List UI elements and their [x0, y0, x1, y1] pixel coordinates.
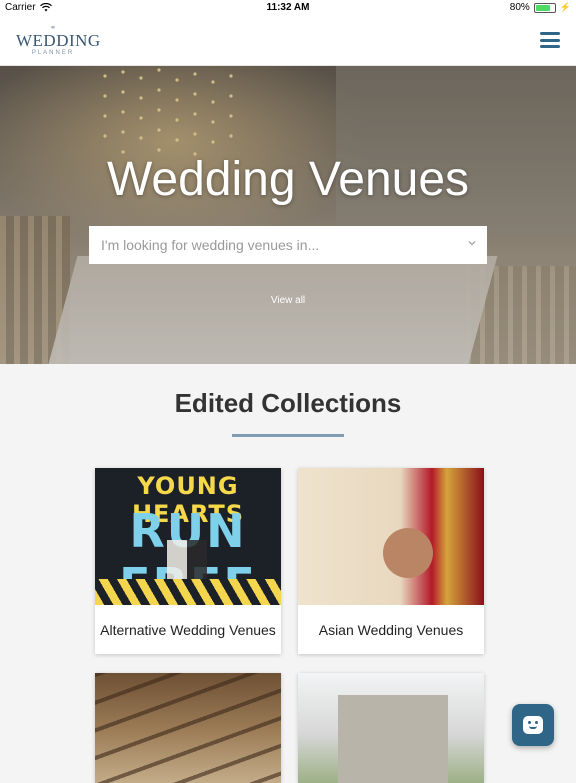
status-right: 80% ⚡: [510, 2, 571, 13]
collection-card[interactable]: [298, 673, 484, 783]
page-title: Wedding Venues: [106, 153, 470, 206]
view-all-link[interactable]: View all: [0, 295, 576, 306]
collection-image: [95, 673, 281, 783]
logo-sub-text: PLANNER: [31, 50, 75, 56]
hamburger-line: [540, 32, 560, 35]
section-title: Edited Collections: [174, 388, 402, 418]
logo-main-text: WEDDING: [16, 31, 101, 50]
hamburger-line: [540, 38, 560, 42]
castle-figure: [338, 695, 448, 783]
chat-face: [523, 716, 543, 734]
collection-card-asian[interactable]: Asian Wedding Venues: [298, 468, 484, 654]
status-bar: Carrier 11:32 AM 80% ⚡: [0, 0, 576, 16]
status-time: 11:32 AM: [266, 2, 310, 13]
logo[interactable]: ⚭ WEDDING PLANNER: [16, 24, 101, 58]
collection-image: [298, 673, 484, 783]
battery-fill: [535, 4, 551, 11]
hamburger-line: [540, 45, 560, 48]
chat-smile-icon[interactable]: [512, 704, 554, 746]
hamburger-icon[interactable]: [540, 32, 560, 48]
collection-image: [298, 468, 484, 605]
chat-mouth: [529, 726, 537, 729]
hero-overlay: [0, 66, 576, 364]
battery-percent: 80%: [509, 2, 530, 13]
select-placeholder: I'm looking for wedding venues in...: [101, 237, 320, 253]
battery-icon: [533, 2, 556, 13]
app-header: ⚭ WEDDING PLANNER: [0, 16, 576, 66]
stripes-pattern: [95, 579, 281, 605]
barn-beams: [95, 673, 281, 783]
section-divider: [232, 434, 344, 437]
collection-card-alternative[interactable]: YOUNG HEARTS RUN FREE Alternative Weddin…: [95, 468, 281, 654]
venue-location-select[interactable]: I'm looking for wedding venues in...: [89, 226, 487, 264]
collection-label: Alternative Wedding Venues: [100, 621, 276, 638]
collection-label: Asian Wedding Venues: [318, 621, 464, 638]
hero-banner: Wedding Venues I'm looking for wedding v…: [0, 66, 576, 364]
collection-image: YOUNG HEARTS RUN FREE: [95, 468, 281, 605]
collection-card[interactable]: [95, 673, 281, 783]
charging-icon: ⚡: [559, 2, 571, 12]
hands-figure: [383, 528, 433, 578]
chevron-down-icon: [468, 241, 476, 246]
